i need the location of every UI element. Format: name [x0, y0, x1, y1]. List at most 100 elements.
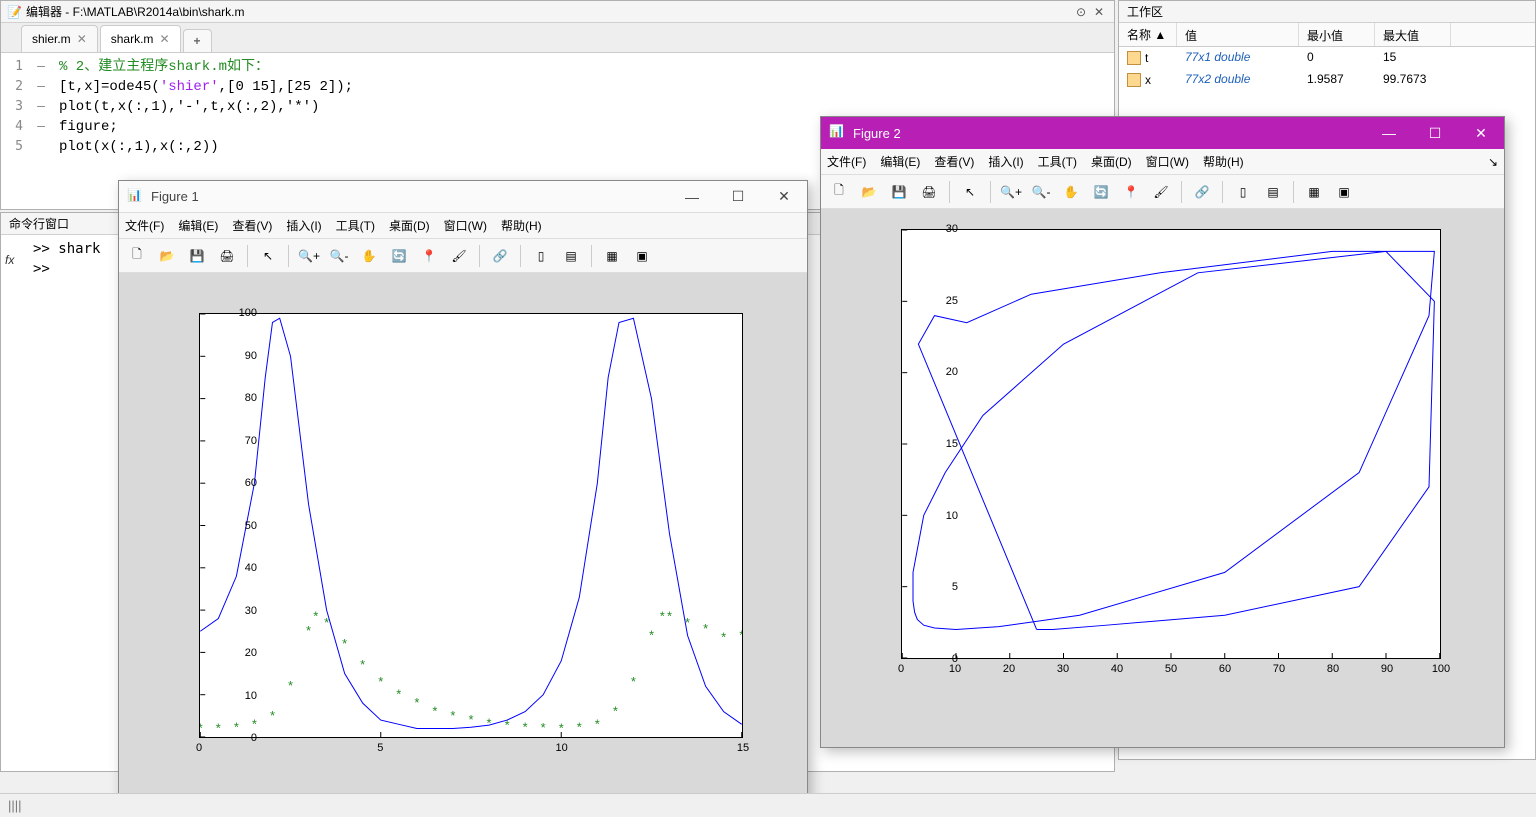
- new-icon[interactable]: 🗋: [125, 244, 149, 268]
- zoom-out-icon[interactable]: 🔍-: [327, 244, 351, 268]
- editor-icon: 📝: [7, 5, 22, 19]
- menu-edit[interactable]: 编辑(E): [880, 153, 920, 170]
- table-row[interactable]: t 77x1 double 0 15: [1119, 47, 1535, 69]
- open-icon[interactable]: 📂: [155, 244, 179, 268]
- menu-more-icon[interactable]: ↘: [1488, 155, 1498, 169]
- svg-text:*: *: [200, 721, 203, 736]
- svg-text:*: *: [450, 708, 455, 723]
- rotate-icon[interactable]: 🔄: [387, 244, 411, 268]
- hide-icon[interactable]: ▦: [1302, 180, 1326, 204]
- header-name[interactable]: 名称 ▲: [1119, 23, 1177, 46]
- svg-text:*: *: [649, 627, 654, 642]
- pan-icon[interactable]: ✋: [357, 244, 381, 268]
- svg-text:*: *: [288, 678, 293, 693]
- figure-1-canvas[interactable]: ********************************* 010203…: [119, 273, 807, 799]
- svg-text:*: *: [216, 721, 221, 736]
- menu-file[interactable]: 文件(F): [827, 153, 866, 170]
- svg-text:*: *: [703, 621, 708, 636]
- tab-add[interactable]: +: [183, 29, 212, 52]
- figure-2-axes[interactable]: [901, 229, 1441, 659]
- menu-desktop[interactable]: 桌面(D): [389, 217, 430, 234]
- menu-desktop[interactable]: 桌面(D): [1091, 153, 1132, 170]
- legend-icon[interactable]: ▤: [1261, 180, 1285, 204]
- var-icon: [1127, 73, 1141, 87]
- editor-close-btn[interactable]: ✕: [1090, 3, 1108, 21]
- new-icon[interactable]: 🗋: [827, 180, 851, 204]
- zoom-in-icon[interactable]: 🔍+: [297, 244, 321, 268]
- figure-1-window[interactable]: 📊 Figure 1 — ☐ ✕ 文件(F) 编辑(E) 查看(V) 插入(I)…: [118, 180, 808, 800]
- svg-text:*: *: [252, 716, 257, 731]
- legend-icon[interactable]: ▤: [559, 244, 583, 268]
- save-icon[interactable]: 💾: [887, 180, 911, 204]
- link-icon[interactable]: 🔗: [488, 244, 512, 268]
- editor-titlebar: 📝 编辑器 - F:\MATLAB\R2014a\bin\shark.m ⊙ ✕: [1, 1, 1114, 23]
- datacursor-icon[interactable]: 📍: [1119, 180, 1143, 204]
- show-icon[interactable]: ▣: [630, 244, 654, 268]
- figure-2-titlebar[interactable]: 📊 Figure 2 — ☐ ✕: [821, 117, 1504, 149]
- rotate-icon[interactable]: 🔄: [1089, 180, 1113, 204]
- open-icon[interactable]: 📂: [857, 180, 881, 204]
- minimize-btn[interactable]: —: [669, 181, 715, 213]
- figure-1-axes[interactable]: *********************************: [199, 313, 743, 738]
- table-row[interactable]: x 77x2 double 1.9587 99.7673: [1119, 69, 1535, 91]
- editor-title: 编辑器 - F:\MATLAB\R2014a\bin\shark.m: [26, 3, 1072, 20]
- svg-text:*: *: [631, 674, 636, 689]
- menu-file[interactable]: 文件(F): [125, 217, 164, 234]
- figure-2-menubar: 文件(F) 编辑(E) 查看(V) 插入(I) 工具(T) 桌面(D) 窗口(W…: [821, 149, 1504, 175]
- editor-dock-btn[interactable]: ⊙: [1072, 3, 1090, 21]
- header-value[interactable]: 值: [1177, 23, 1299, 46]
- figure-1-plot: *********************************: [200, 314, 742, 737]
- svg-text:*: *: [595, 716, 600, 731]
- brush-icon[interactable]: 🖌: [447, 244, 471, 268]
- var-icon: [1127, 51, 1141, 65]
- pointer-icon[interactable]: ↖: [256, 244, 280, 268]
- svg-text:*: *: [432, 704, 437, 719]
- maximize-btn[interactable]: ☐: [1412, 117, 1458, 149]
- save-icon[interactable]: 💾: [185, 244, 209, 268]
- close-icon[interactable]: ✕: [159, 32, 169, 46]
- close-btn[interactable]: ✕: [761, 181, 807, 213]
- svg-text:*: *: [378, 674, 383, 689]
- zoom-out-icon[interactable]: 🔍-: [1029, 180, 1053, 204]
- menu-view[interactable]: 查看(V): [232, 217, 272, 234]
- menu-edit[interactable]: 编辑(E): [178, 217, 218, 234]
- figure-2-canvas[interactable]: 0510152025300102030405060708090100: [821, 209, 1504, 747]
- datacursor-icon[interactable]: 📍: [417, 244, 441, 268]
- menu-help[interactable]: 帮助(H): [501, 217, 542, 234]
- workspace-title: 工作区: [1119, 1, 1535, 23]
- zoom-in-icon[interactable]: 🔍+: [999, 180, 1023, 204]
- menu-insert[interactable]: 插入(I): [988, 153, 1023, 170]
- menu-tools[interactable]: 工具(T): [1038, 153, 1077, 170]
- maximize-btn[interactable]: ☐: [715, 181, 761, 213]
- colorbar-icon[interactable]: ▯: [1231, 180, 1255, 204]
- pointer-icon[interactable]: ↖: [958, 180, 982, 204]
- hide-icon[interactable]: ▦: [600, 244, 624, 268]
- colorbar-icon[interactable]: ▯: [529, 244, 553, 268]
- menu-window[interactable]: 窗口(W): [444, 217, 487, 234]
- menu-view[interactable]: 查看(V): [934, 153, 974, 170]
- workspace-header[interactable]: 名称 ▲ 值 最小值 最大值: [1119, 23, 1535, 47]
- menu-tools[interactable]: 工具(T): [336, 217, 375, 234]
- header-min[interactable]: 最小值: [1299, 23, 1375, 46]
- figure-2-window[interactable]: 📊 Figure 2 — ☐ ✕ 文件(F) 编辑(E) 查看(V) 插入(I)…: [820, 116, 1505, 748]
- print-icon[interactable]: 🖨: [917, 180, 941, 204]
- menu-help[interactable]: 帮助(H): [1203, 153, 1244, 170]
- menu-insert[interactable]: 插入(I): [286, 217, 321, 234]
- header-max[interactable]: 最大值: [1375, 23, 1451, 46]
- brush-icon[interactable]: 🖌: [1149, 180, 1173, 204]
- close-icon[interactable]: ✕: [77, 32, 87, 46]
- fx-icon[interactable]: fx: [1, 235, 27, 771]
- figure-1-titlebar[interactable]: 📊 Figure 1 — ☐ ✕: [119, 181, 807, 213]
- show-icon[interactable]: ▣: [1332, 180, 1356, 204]
- close-btn[interactable]: ✕: [1458, 117, 1504, 149]
- pan-icon[interactable]: ✋: [1059, 180, 1083, 204]
- svg-text:*: *: [613, 704, 618, 719]
- print-icon[interactable]: 🖨: [215, 244, 239, 268]
- minimize-btn[interactable]: —: [1366, 117, 1412, 149]
- tab-shark[interactable]: shark.m ✕: [100, 25, 181, 52]
- menu-window[interactable]: 窗口(W): [1146, 153, 1189, 170]
- tab-shier[interactable]: shier.m ✕: [21, 25, 98, 52]
- figure-2-title: Figure 2: [853, 126, 1366, 141]
- link-icon[interactable]: 🔗: [1190, 180, 1214, 204]
- svg-text:*: *: [739, 627, 742, 642]
